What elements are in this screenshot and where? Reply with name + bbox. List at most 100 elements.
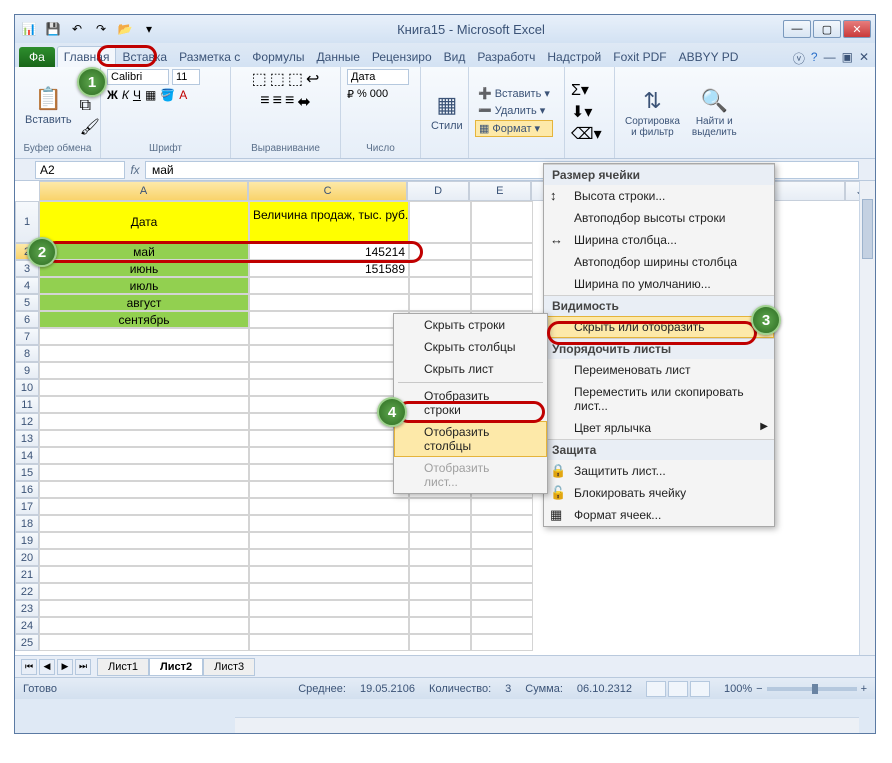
save-icon[interactable]: 💾 — [43, 19, 63, 39]
qat-dropdown-icon[interactable]: ▾ — [139, 19, 159, 39]
tab-insert[interactable]: Вставка — [116, 47, 173, 67]
row-header[interactable]: 12 — [15, 413, 39, 430]
fx-icon[interactable]: fx — [125, 163, 145, 177]
col-header-c[interactable]: C — [248, 181, 407, 201]
cell-e[interactable] — [471, 243, 533, 260]
row-header[interactable]: 25 — [15, 634, 39, 651]
submenu-item[interactable]: Отобразить строки — [394, 385, 547, 421]
view-pagebreak-icon[interactable] — [690, 681, 710, 697]
cell-e[interactable] — [471, 294, 533, 311]
row-header[interactable]: 8 — [15, 345, 39, 362]
horizontal-scrollbar[interactable] — [235, 717, 859, 733]
row-header[interactable]: 11 — [15, 396, 39, 413]
vertical-scrollbar[interactable] — [859, 181, 875, 655]
tab-foxit[interactable]: Foxit PDF — [607, 47, 672, 67]
submenu-item[interactable]: Скрыть столбцы — [394, 336, 547, 358]
row-header[interactable]: 23 — [15, 600, 39, 617]
menu-item[interactable]: ▦Формат ячеек... — [544, 504, 774, 526]
file-tab[interactable]: Фа — [19, 47, 55, 67]
tab-pagelayout[interactable]: Разметка с — [173, 47, 246, 67]
tab-view[interactable]: Вид — [438, 47, 472, 67]
tab-data[interactable]: Данные — [311, 47, 366, 67]
cells-delete-button[interactable]: ➖Удалить▾ — [475, 103, 553, 118]
cell-a[interactable]: сентябрь — [39, 311, 249, 328]
ribbon-minimize-icon[interactable]: ⓥ — [793, 50, 805, 67]
italic-button[interactable]: К — [122, 88, 129, 102]
cell-d[interactable] — [409, 294, 471, 311]
doc-restore-icon[interactable]: ▣ — [842, 50, 853, 67]
align-right-icon[interactable]: ≡ — [285, 92, 294, 112]
sheet-tab-1[interactable]: Лист1 — [97, 658, 149, 676]
row-header[interactable]: 20 — [15, 549, 39, 566]
cell-a[interactable]: август — [39, 294, 249, 311]
align-center-icon[interactable]: ≡ — [273, 92, 282, 112]
copy-icon[interactable]: ⧉ — [80, 97, 100, 115]
wrap-text-icon[interactable]: ↩ — [306, 69, 319, 89]
tab-addins[interactable]: Надстрой — [541, 47, 607, 67]
menu-item[interactable]: Скрыть или отобразить▶ — [544, 316, 774, 338]
menu-item[interactable]: Переместить или скопировать лист... — [544, 381, 774, 417]
row-header[interactable]: 16 — [15, 481, 39, 498]
align-middle-icon[interactable]: ⬚ — [270, 69, 285, 89]
row-header[interactable]: 24 — [15, 617, 39, 634]
format-painter-icon[interactable]: 🖌 — [80, 117, 100, 137]
view-normal-icon[interactable] — [646, 681, 666, 697]
cell-c1[interactable]: Величина продаж, тыс. руб. — [249, 201, 409, 243]
col-header-e[interactable]: E — [469, 181, 531, 201]
cell-c[interactable] — [249, 277, 409, 294]
row-header[interactable]: 9 — [15, 362, 39, 379]
zoom-out-icon[interactable]: − — [756, 683, 762, 695]
menu-item[interactable]: Ширина по умолчанию... — [544, 273, 774, 295]
cell-c[interactable] — [249, 311, 409, 328]
styles-button[interactable]: ▦ Стили — [427, 90, 467, 134]
underline-button[interactable]: Ч — [133, 88, 141, 102]
row-header[interactable]: 22 — [15, 583, 39, 600]
sheet-nav-prev-icon[interactable]: ◀ — [39, 659, 55, 675]
align-bottom-icon[interactable]: ⬚ — [288, 69, 303, 89]
sort-filter-button[interactable]: ⇅ Сортировка и фильтр — [621, 86, 684, 140]
menu-item[interactable]: 🔓Блокировать ячейку — [544, 482, 774, 504]
menu-item[interactable]: Автоподбор ширины столбца — [544, 251, 774, 273]
cell-d[interactable] — [409, 277, 471, 294]
menu-item[interactable]: Переименовать лист — [544, 359, 774, 381]
row-header[interactable]: 19 — [15, 532, 39, 549]
find-select-button[interactable]: 🔍 Найти и выделить — [688, 86, 741, 140]
sheet-tab-2[interactable]: Лист2 — [149, 658, 203, 676]
help-icon[interactable]: ? — [811, 50, 818, 67]
submenu-item[interactable]: Отобразить столбцы — [394, 421, 547, 457]
tab-formulas[interactable]: Формулы — [246, 47, 310, 67]
row-header[interactable]: 5 — [15, 294, 39, 311]
zoom-in-icon[interactable]: + — [861, 683, 867, 695]
cells-insert-button[interactable]: ➕Вставить▾ — [475, 86, 553, 101]
font-name-combo[interactable]: Calibri — [107, 69, 169, 85]
cell-c[interactable] — [249, 294, 409, 311]
cell-e1[interactable] — [471, 201, 533, 243]
sheet-tab-3[interactable]: Лист3 — [203, 658, 255, 676]
comma-icon[interactable]: 000 — [370, 88, 388, 101]
row-header[interactable]: 7 — [15, 328, 39, 345]
menu-item[interactable]: 🔒Защитить лист... — [544, 460, 774, 482]
cell-e[interactable] — [471, 260, 533, 277]
row-header[interactable]: 14 — [15, 447, 39, 464]
cell-a1[interactable]: Дата — [39, 201, 249, 243]
align-top-icon[interactable]: ⬚ — [252, 69, 267, 89]
submenu-item[interactable]: Скрыть лист — [394, 358, 547, 380]
align-left-icon[interactable]: ≡ — [260, 92, 269, 112]
percent-icon[interactable]: % — [357, 88, 367, 101]
menu-item[interactable]: Автоподбор высоты строки — [544, 207, 774, 229]
number-format-combo[interactable]: Дата — [347, 69, 409, 85]
font-size-combo[interactable]: 11 — [172, 69, 200, 85]
fill-icon[interactable]: ⬇▾ — [571, 102, 602, 122]
cell-e[interactable] — [471, 277, 533, 294]
row-header[interactable]: 17 — [15, 498, 39, 515]
minimize-button[interactable]: — — [783, 20, 811, 38]
paste-button[interactable]: 📋 Вставить — [21, 84, 76, 128]
tab-home[interactable]: Главная — [57, 46, 117, 67]
tab-developer[interactable]: Разработч — [471, 47, 541, 67]
tab-abbyy[interactable]: ABBYY PD — [673, 47, 745, 67]
bold-button[interactable]: Ж — [107, 88, 118, 102]
cell-a[interactable]: июль — [39, 277, 249, 294]
row-header-1[interactable]: 1 — [15, 201, 39, 243]
name-box[interactable] — [35, 161, 125, 179]
sheet-nav-first-icon[interactable]: ⏮ — [21, 659, 37, 675]
